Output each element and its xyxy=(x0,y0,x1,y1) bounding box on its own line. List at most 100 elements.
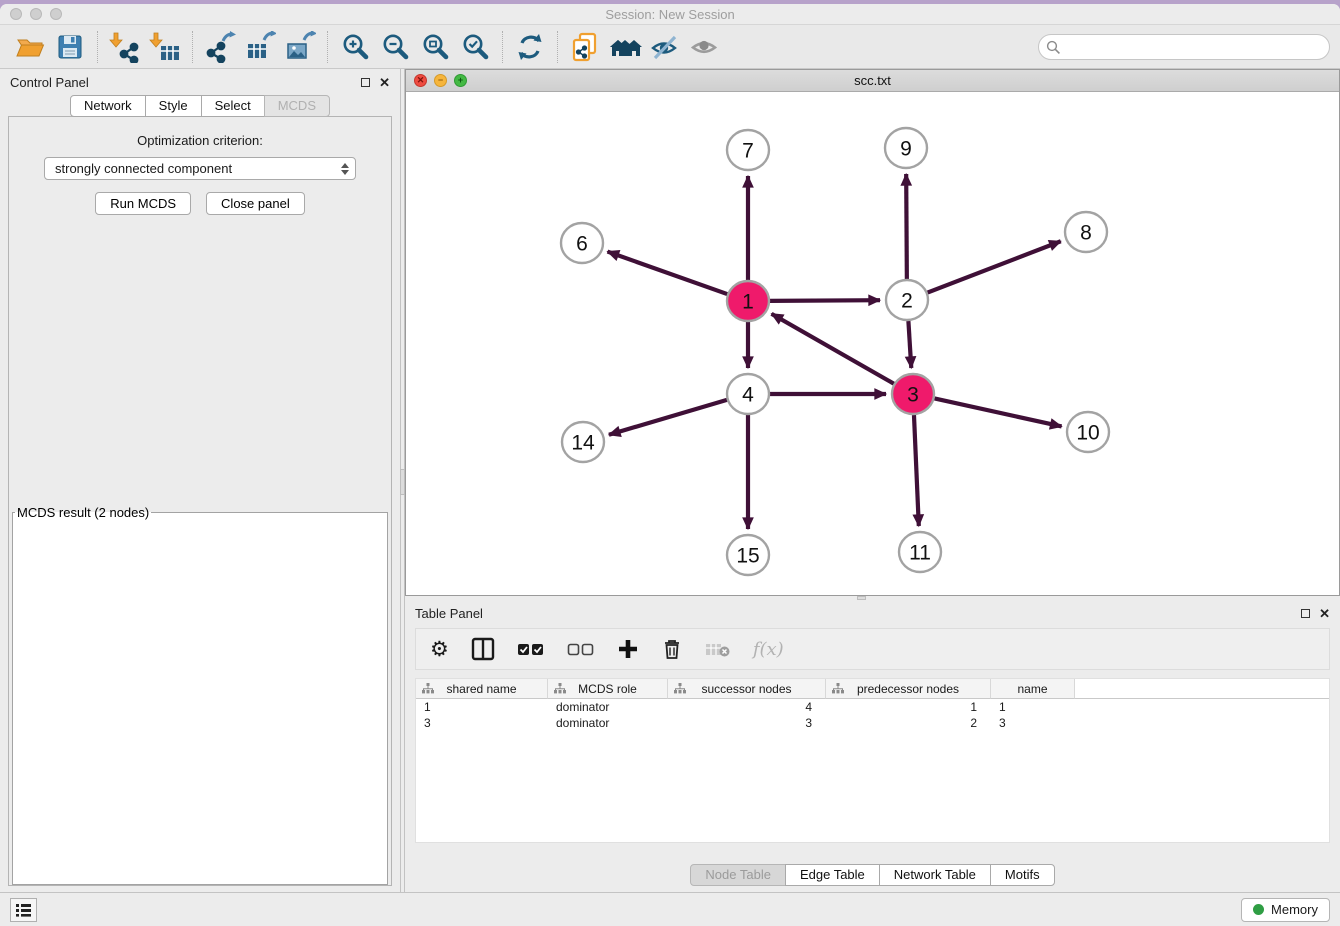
cell-name[interactable]: 1 xyxy=(991,700,1075,714)
zoom-out-button[interactable] xyxy=(375,28,415,66)
memory-button[interactable]: Memory xyxy=(1241,898,1330,922)
tab-motifs[interactable]: Motifs xyxy=(990,864,1055,886)
tab-network[interactable]: Network xyxy=(70,95,146,117)
tab-edge-table[interactable]: Edge Table xyxy=(785,864,880,886)
toolbar-separator xyxy=(192,31,193,63)
network-minimize-button[interactable]: − xyxy=(434,74,447,87)
cell-successor-nodes[interactable]: 3 xyxy=(668,716,826,730)
memory-status-dot xyxy=(1253,904,1264,915)
graph-node-14[interactable]: 14 xyxy=(562,422,604,462)
graph-edge-3-10[interactable] xyxy=(934,398,1061,426)
tab-select[interactable]: Select xyxy=(201,95,265,117)
import-table-button[interactable] xyxy=(145,28,185,66)
zoom-in-button[interactable] xyxy=(335,28,375,66)
table-row[interactable]: 1dominator411 xyxy=(416,699,1329,715)
column-header-shared-name[interactable]: shared name xyxy=(416,679,548,699)
open-folder-icon xyxy=(15,32,45,62)
graph-edge-1-2[interactable] xyxy=(770,300,880,301)
graph-node-15[interactable]: 15 xyxy=(727,535,769,575)
cell-shared-name[interactable]: 3 xyxy=(416,716,548,730)
graph-node-2[interactable]: 2 xyxy=(886,280,928,320)
import-network-button[interactable] xyxy=(105,28,145,66)
network-close-button[interactable]: ✕ xyxy=(414,74,427,87)
graph-node-11[interactable]: 11 xyxy=(899,532,941,572)
hide-selected-button[interactable] xyxy=(645,28,685,66)
graph-node-6[interactable]: 6 xyxy=(561,223,603,263)
home-layout-button[interactable] xyxy=(605,28,645,66)
graph-edge-4-14[interactable] xyxy=(609,400,727,435)
splitter-handle[interactable] xyxy=(400,469,405,495)
tab-node-table[interactable]: Node Table xyxy=(690,864,786,886)
search-input[interactable] xyxy=(1038,34,1330,60)
node-label: 4 xyxy=(742,383,754,406)
delete-table-icon[interactable] xyxy=(705,634,731,664)
graph-node-9[interactable]: 9 xyxy=(885,128,927,168)
run-mcds-button[interactable]: Run MCDS xyxy=(95,192,191,215)
column-header-name[interactable]: name xyxy=(991,679,1075,699)
refresh-view-button[interactable] xyxy=(510,28,550,66)
cell-predecessor-nodes[interactable]: 1 xyxy=(826,700,991,714)
graph-edge-2-3[interactable] xyxy=(908,321,911,368)
network-maximize-button[interactable]: + xyxy=(454,74,467,87)
cell-name[interactable]: 3 xyxy=(991,716,1075,730)
function-builder-icon[interactable]: f(x) xyxy=(753,634,784,664)
close-panel-button[interactable]: Close panel xyxy=(206,192,305,215)
export-network-button[interactable] xyxy=(200,28,240,66)
show-all-button[interactable] xyxy=(685,28,725,66)
node-label: 8 xyxy=(1080,221,1092,244)
network-canvas[interactable]: 7 9 6 8 1 2 4 3 14 10 15 11 xyxy=(406,92,1339,595)
graph-edge-2-9[interactable] xyxy=(906,174,907,279)
graph-edge-3-1[interactable] xyxy=(772,314,894,384)
zoom-selected-button[interactable] xyxy=(455,28,495,66)
cell-predecessor-nodes[interactable]: 2 xyxy=(826,716,991,730)
graph-node-7[interactable]: 7 xyxy=(727,130,769,170)
graph-edge-3-11[interactable] xyxy=(914,415,919,526)
import-network-icon xyxy=(109,31,141,63)
table-row[interactable]: 3dominator323 xyxy=(416,715,1329,731)
delete-columns-icon[interactable] xyxy=(661,634,683,664)
tab-mcds[interactable]: MCDS xyxy=(264,95,330,117)
graph-edge-2-8[interactable] xyxy=(928,241,1061,292)
graph-node-10[interactable]: 10 xyxy=(1067,412,1109,452)
cell-MCDS-role[interactable]: dominator xyxy=(548,700,668,714)
cell-MCDS-role[interactable]: dominator xyxy=(548,716,668,730)
graph-node-4[interactable]: 4 xyxy=(727,374,769,414)
add-column-icon[interactable] xyxy=(617,634,639,664)
clone-network-button[interactable] xyxy=(565,28,605,66)
node-label: 15 xyxy=(736,544,759,567)
table-settings-icon[interactable]: ⚙ xyxy=(430,634,449,664)
open-session-button[interactable] xyxy=(10,28,50,66)
float-panel-icon[interactable] xyxy=(1301,609,1310,618)
export-image-button[interactable] xyxy=(280,28,320,66)
graph-node-3[interactable]: 3 xyxy=(892,374,934,414)
graph-node-1[interactable]: 1 xyxy=(727,281,769,321)
cell-successor-nodes[interactable]: 4 xyxy=(668,700,826,714)
tab-style[interactable]: Style xyxy=(145,95,202,117)
zoom-fit-button[interactable] xyxy=(415,28,455,66)
split-column-icon[interactable] xyxy=(471,634,495,664)
graph-node-8[interactable]: 8 xyxy=(1065,212,1107,252)
refresh-icon xyxy=(515,32,545,62)
close-panel-icon[interactable]: ✕ xyxy=(1319,607,1330,620)
select-all-columns-icon[interactable] xyxy=(517,634,545,664)
column-header-successor-nodes[interactable]: successor nodes xyxy=(668,679,826,699)
tab-network-table[interactable]: Network Table xyxy=(879,864,991,886)
column-header-MCDS-role[interactable]: MCDS role xyxy=(548,679,668,699)
criterion-select[interactable]: strongly connected component xyxy=(44,157,356,180)
unselect-all-columns-icon[interactable] xyxy=(567,634,595,664)
graph-edge-1-6[interactable] xyxy=(607,252,727,294)
splitter-handle[interactable] xyxy=(857,596,866,600)
task-history-button[interactable] xyxy=(10,898,37,922)
vertical-splitter[interactable] xyxy=(400,69,405,892)
float-panel-icon[interactable] xyxy=(361,78,370,87)
network-graph[interactable]: 7 9 6 8 1 2 4 3 14 10 15 11 xyxy=(406,92,1339,595)
close-panel-icon[interactable]: ✕ xyxy=(379,76,390,89)
control-panel-title: Control Panel xyxy=(10,75,89,90)
table-panel-title: Table Panel xyxy=(415,606,483,621)
horizontal-splitter[interactable] xyxy=(405,596,1340,600)
column-header-predecessor-nodes[interactable]: predecessor nodes xyxy=(826,679,991,699)
toolbar-separator xyxy=(327,31,328,63)
export-table-button[interactable] xyxy=(240,28,280,66)
save-session-button[interactable] xyxy=(50,28,90,66)
cell-shared-name[interactable]: 1 xyxy=(416,700,548,714)
